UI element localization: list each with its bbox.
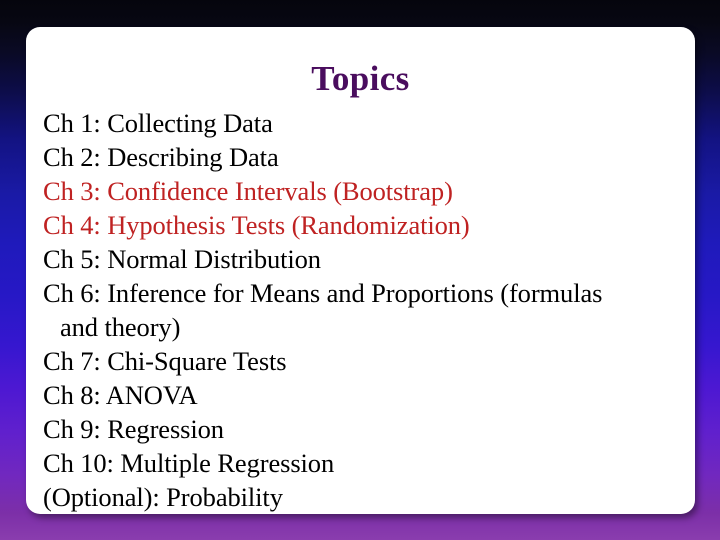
topic-item: Ch 10: Multiple Regression: [43, 446, 689, 480]
topic-item: (Optional): Probability: [43, 480, 689, 514]
topic-item-label: Ch 2: Describing Data: [43, 142, 279, 172]
topic-item-label: Ch 4: Hypothesis Tests (Randomization): [43, 210, 470, 240]
topic-item: Ch 5: Normal Distribution: [43, 242, 689, 276]
slide-canvas: Topics Ch 1: Collecting Data Ch 2: Descri…: [0, 0, 720, 540]
topic-item-label: Ch 7: Chi-Square Tests: [43, 346, 287, 376]
topic-item: Ch 4: Hypothesis Tests (Randomization): [43, 208, 689, 242]
topic-item: Ch 7: Chi-Square Tests: [43, 344, 689, 378]
topic-item-label: Ch 6: Inference for Means and Proportion…: [43, 278, 603, 308]
topic-item-label: Ch 9: Regression: [43, 414, 224, 444]
topic-item-continuation: and theory): [60, 312, 181, 342]
slide-content-card: Topics Ch 1: Collecting Data Ch 2: Descri…: [26, 27, 695, 514]
topics-list: Ch 1: Collecting Data Ch 2: Describing Da…: [43, 106, 689, 514]
topic-item: Ch 8: ANOVA: [43, 378, 689, 412]
topic-item-label: Ch 1: Collecting Data: [43, 108, 273, 138]
topic-item: Ch 3: Confidence Intervals (Bootstrap): [43, 174, 689, 208]
topic-item: Ch 1: Collecting Data: [43, 106, 689, 140]
topic-item: Ch 2: Describing Data: [43, 140, 689, 174]
topic-item: Ch 6: Inference for Means and Proportion…: [43, 276, 689, 344]
topic-item: Ch 9: Regression: [43, 412, 689, 446]
topic-item-label: Ch 10: Multiple Regression: [43, 448, 335, 478]
topic-item-label: Ch 3: Confidence Intervals (Bootstrap): [43, 176, 453, 206]
page-title: Topics: [311, 59, 410, 98]
topic-item-label: (Optional): Probability: [43, 482, 283, 512]
topic-item-label: Ch 5: Normal Distribution: [43, 244, 321, 274]
topic-item-label: Ch 8: ANOVA: [43, 380, 198, 410]
